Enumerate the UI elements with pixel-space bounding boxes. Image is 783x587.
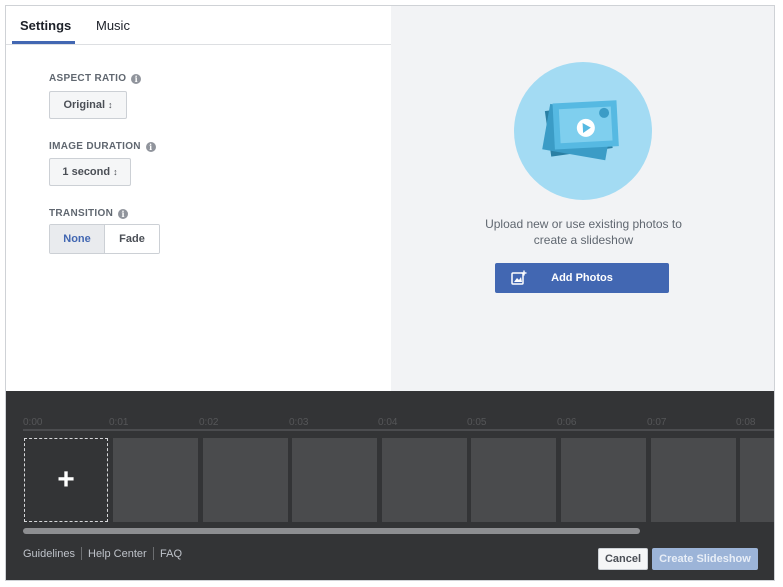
slideshow-dialog: Settings Music ASPECT RATIO i Original ↕… — [5, 5, 775, 581]
timeline-ruler — [23, 429, 774, 431]
transition-option-fade[interactable]: Fade — [105, 225, 159, 253]
transition-toggle: None Fade — [49, 224, 160, 254]
create-slideshow-button[interactable]: Create Slideshow — [652, 548, 758, 570]
tab-bar: Settings Music — [6, 6, 391, 45]
time-label: 0:04 — [378, 417, 398, 428]
time-label: 0:07 — [647, 417, 667, 428]
transition-heading: TRANSITION i — [49, 208, 129, 219]
time-label: 0:00 — [23, 417, 43, 428]
info-icon[interactable]: i — [145, 141, 156, 152]
image-duration-label: IMAGE DURATION — [49, 141, 141, 152]
time-label: 0:01 — [109, 417, 129, 428]
photo-slot[interactable] — [740, 438, 774, 522]
add-photos-label: Add Photos — [551, 272, 613, 284]
footer-divider — [81, 547, 82, 560]
faq-link[interactable]: FAQ — [160, 548, 182, 560]
add-photo-slot[interactable]: + — [24, 438, 108, 522]
photo-slot[interactable] — [113, 438, 198, 522]
plus-icon: + — [57, 463, 75, 496]
photo-slot[interactable] — [382, 438, 467, 522]
guidelines-link[interactable]: Guidelines — [23, 548, 75, 560]
info-icon[interactable]: i — [131, 73, 142, 84]
cancel-button[interactable]: Cancel — [598, 548, 648, 570]
upload-pane: Upload new or use existing photos to cre… — [391, 6, 774, 391]
settings-pane: Settings Music ASPECT RATIO i Original ↕… — [6, 6, 391, 391]
add-photos-button[interactable]: Add Photos — [495, 263, 669, 293]
help-center-link[interactable]: Help Center — [88, 548, 147, 560]
photo-stack-icon — [514, 62, 652, 200]
aspect-ratio-select[interactable]: Original ↕ — [49, 91, 127, 119]
photo-slot[interactable] — [561, 438, 646, 522]
photo-slot[interactable] — [203, 438, 288, 522]
upload-prompt: Upload new or use existing photos to cre… — [451, 216, 716, 248]
sort-caret-icon: ↕ — [108, 100, 113, 110]
timeline: 0:00 0:01 0:02 0:03 0:04 0:05 0:06 0:07 … — [6, 391, 774, 580]
time-label: 0:06 — [557, 417, 577, 428]
image-duration-value: 1 second — [62, 166, 111, 178]
aspect-ratio-label: ASPECT RATIO — [49, 73, 127, 84]
image-duration-select[interactable]: 1 second ↕ — [49, 158, 131, 186]
transition-label: TRANSITION — [49, 208, 114, 219]
timeline-scrollbar-thumb[interactable] — [23, 528, 640, 534]
time-label: 0:03 — [289, 417, 309, 428]
transition-option-none[interactable]: None — [50, 225, 105, 253]
aspect-ratio-value: Original — [63, 99, 106, 111]
upload-prompt-line1: Upload new or use existing photos to — [485, 217, 682, 231]
aspect-ratio-heading: ASPECT RATIO i — [49, 73, 142, 84]
info-icon[interactable]: i — [118, 208, 129, 219]
tab-settings[interactable]: Settings — [20, 18, 71, 33]
time-label: 0:05 — [467, 417, 487, 428]
image-duration-heading: IMAGE DURATION i — [49, 141, 156, 152]
photo-slot[interactable] — [651, 438, 736, 522]
photo-slot[interactable] — [292, 438, 377, 522]
time-label: 0:08 — [736, 417, 756, 428]
tab-music[interactable]: Music — [96, 18, 130, 33]
active-tab-indicator — [12, 41, 75, 44]
photo-slot[interactable] — [471, 438, 556, 522]
sort-caret-icon: ↕ — [113, 167, 118, 177]
upload-prompt-line2: create a slideshow — [533, 233, 634, 247]
time-label: 0:02 — [199, 417, 219, 428]
footer-divider — [153, 547, 154, 560]
